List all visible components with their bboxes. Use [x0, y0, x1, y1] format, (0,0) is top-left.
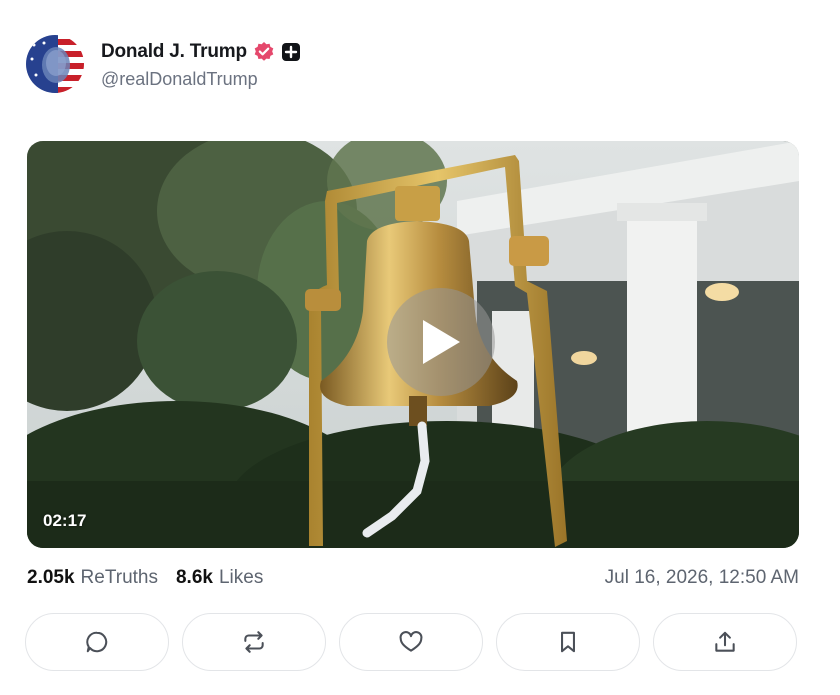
share-icon	[715, 631, 735, 652]
bookmark-button[interactable]	[496, 613, 640, 671]
action-bar	[25, 613, 797, 671]
reply-button[interactable]	[25, 613, 169, 671]
like-button[interactable]	[339, 613, 483, 671]
likes-label[interactable]: Likes	[219, 567, 263, 589]
bookmark-icon	[561, 631, 575, 653]
reply-icon	[86, 631, 108, 653]
likes-count[interactable]: 8.6k	[176, 567, 213, 589]
retruths-label[interactable]: ReTruths	[81, 567, 158, 589]
retruth-icon	[244, 631, 264, 653]
video-duration: 02:17	[43, 511, 87, 530]
post-stats: 2.05k ReTruths 8.6k Likes Jul 16, 2026, …	[27, 566, 799, 590]
play-icon	[423, 320, 460, 364]
author-handle[interactable]: @realDonaldTrump	[101, 69, 301, 90]
verified-badge-icon	[253, 41, 275, 63]
retruth-button[interactable]	[182, 613, 326, 671]
author-name[interactable]: Donald J. Trump	[101, 41, 247, 63]
like-icon	[399, 631, 423, 652]
avatar[interactable]	[26, 35, 84, 93]
play-button[interactable]	[387, 288, 495, 396]
post-timestamp: Jul 16, 2026, 12:50 AM	[604, 567, 799, 588]
post-header: Donald J. Trump @realDonaldTrump	[26, 34, 301, 94]
video-player[interactable]: 02:17	[27, 141, 799, 548]
plus-badge-icon	[281, 42, 301, 62]
share-button[interactable]	[653, 613, 797, 671]
retruths-count[interactable]: 2.05k	[27, 567, 75, 589]
